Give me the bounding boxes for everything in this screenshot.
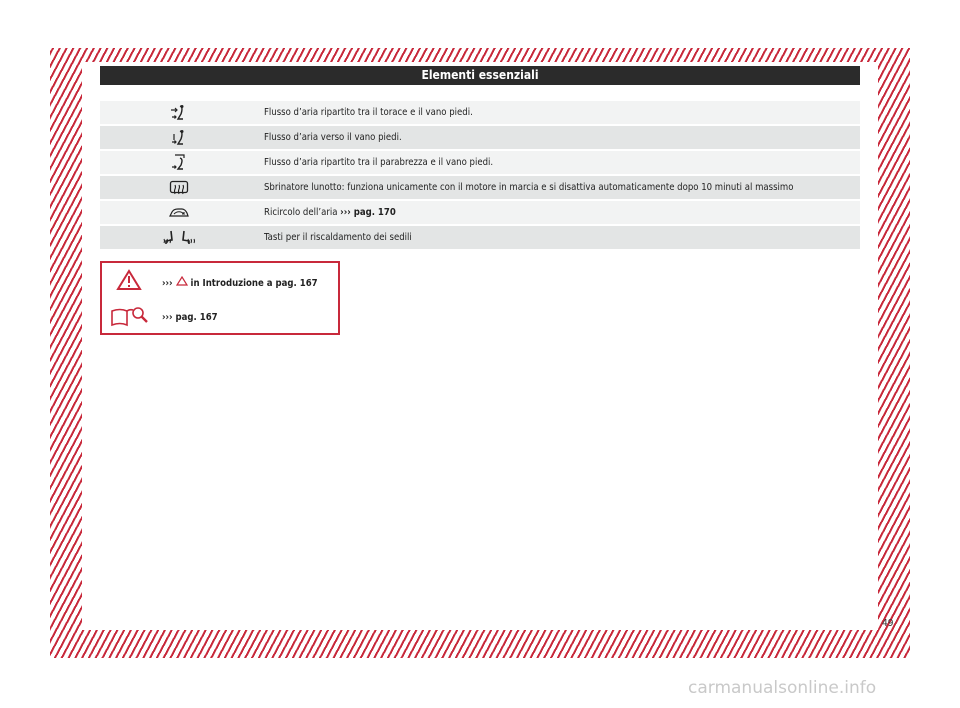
airflow-feet-icon	[100, 129, 258, 147]
small-warning-icon	[175, 275, 188, 286]
table-row: Ricircolo dell’aria ››› pag. 170	[100, 201, 860, 224]
warning-triangle-icon	[116, 269, 142, 290]
row-text: Flusso d’aria ripartito tra il parabrezz…	[264, 157, 494, 168]
notes-box: ››› in Introduzione a pag. 167 ››› pag. …	[100, 261, 340, 335]
table-row: Flusso d’aria ripartito tra il parabrezz…	[100, 151, 860, 174]
warning-reference-text: in Introduzione a pag. 167	[190, 278, 318, 289]
book-reference-text: ››› pag. 167	[162, 312, 218, 323]
airflow-windscreen-feet-icon	[100, 153, 258, 172]
page-number: 49	[882, 618, 894, 629]
section-header: Elementi essenziali	[100, 66, 860, 85]
controls-table: Flusso d’aria ripartito tra il torace e …	[100, 101, 860, 251]
chevrons-glyph: ›››	[162, 278, 173, 289]
page-reference-link[interactable]: ››› pag. 170	[340, 207, 396, 218]
table-row: Sbrinatore lunotto: funziona unicamente …	[100, 176, 860, 199]
book-magnifier-icon	[111, 307, 148, 327]
table-row: Flusso d’aria ripartito tra il torace e …	[100, 101, 860, 124]
seat-heating-icon	[100, 229, 258, 247]
air-recirculation-icon	[100, 206, 258, 220]
watermark: carmanualsonline.info	[688, 678, 877, 698]
row-text: Tasti per il riscaldamento dei sedili	[264, 232, 412, 243]
warning-reference[interactable]: ››› in Introduzione a pag. 167	[162, 275, 318, 289]
airflow-chest-feet-icon	[100, 104, 258, 122]
row-text: Flusso d’aria ripartito tra il torace e …	[264, 107, 473, 118]
row-text: Ricircolo dell’aria	[264, 207, 338, 218]
row-text: Flusso d’aria verso il vano piedi.	[264, 132, 402, 143]
row-text: Sbrinatore lunotto: funziona unicamente …	[264, 182, 794, 193]
table-row: Tasti per il riscaldamento dei sedili	[100, 226, 860, 249]
section-title: Elementi essenziali	[421, 68, 539, 82]
table-row: Flusso d’aria verso il vano piedi.	[100, 126, 860, 149]
book-reference[interactable]: ››› pag. 167	[162, 312, 218, 323]
rear-window-defrost-icon	[100, 180, 258, 196]
